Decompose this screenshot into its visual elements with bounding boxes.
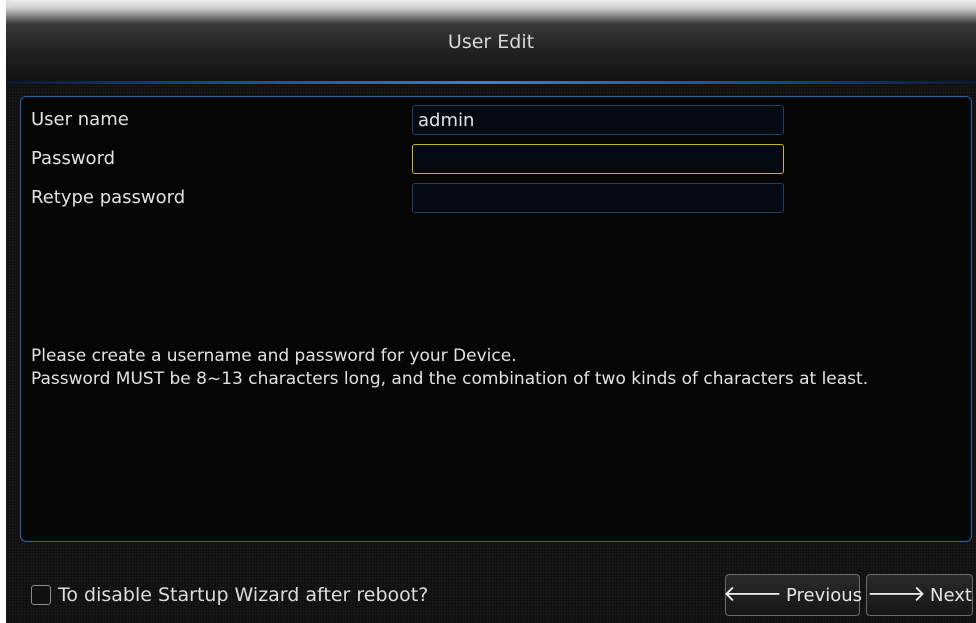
previous-button-label: Previous: [785, 584, 863, 606]
previous-button[interactable]: 🡐 Previous: [722, 574, 863, 616]
disable-wizard-checkbox[interactable]: [31, 585, 51, 605]
next-button-label: Next: [930, 584, 972, 606]
help-line-2: Password MUST be 8~13 characters long, a…: [31, 369, 869, 389]
title-bar: User Edit: [6, 0, 976, 84]
password-label: Password: [31, 148, 116, 169]
user-edit-window: User Edit User name Password Retype pass…: [6, 0, 976, 623]
password-help-text: Please create a username and password fo…: [31, 345, 951, 391]
retype-password-input[interactable]: [412, 183, 784, 213]
arrow-right-icon: 🡒: [867, 582, 927, 607]
arrow-left-icon: 🡐: [722, 582, 782, 607]
username-label: User name: [31, 109, 129, 130]
retype-password-row: Retype password: [31, 183, 961, 213]
help-line-1: Please create a username and password fo…: [31, 346, 517, 366]
disable-wizard-label[interactable]: To disable Startup Wizard after reboot?: [58, 584, 428, 606]
password-row: Password: [31, 144, 961, 174]
next-button[interactable]: 🡒 Next: [866, 574, 973, 616]
user-edit-panel: User name Password Retype password Pleas…: [20, 96, 972, 542]
password-input[interactable]: [412, 144, 784, 174]
retype-password-label: Retype password: [31, 187, 186, 208]
username-input[interactable]: [412, 105, 784, 135]
username-row: User name: [31, 105, 961, 135]
window-title: User Edit: [447, 31, 535, 53]
